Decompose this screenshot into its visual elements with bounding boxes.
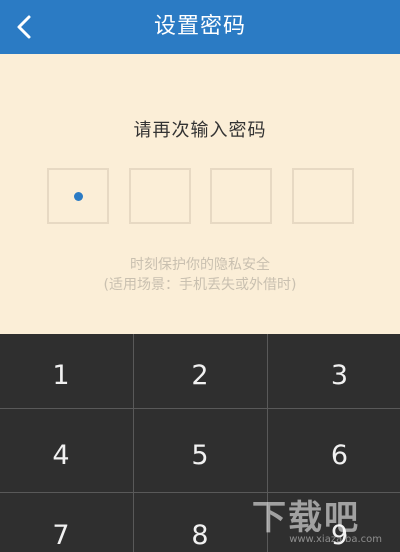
key-7[interactable]: 7 xyxy=(0,500,122,552)
key-2[interactable]: 2 xyxy=(133,340,267,410)
hint-line-1: 时刻保护你的隐私安全 xyxy=(130,257,270,273)
pin-box-3 xyxy=(210,168,272,224)
key-1[interactable]: 1 xyxy=(0,340,122,410)
pin-box-2 xyxy=(129,168,191,224)
pin-box-4 xyxy=(292,168,354,224)
key-6[interactable]: 6 xyxy=(267,420,400,490)
key-8[interactable]: 8 xyxy=(133,500,267,552)
watermark-url: www.xiazaiba.com xyxy=(289,534,382,545)
pin-box-1 xyxy=(47,168,109,224)
pin-dot xyxy=(74,192,83,201)
watermark-logo: 下载吧 xyxy=(252,498,360,538)
password-entry-area: 请再次输入密码 时刻保护你的隐私安全 (适用场景：手机丢失或外借时) xyxy=(0,54,400,334)
app-bar: 设置密码 xyxy=(0,0,400,54)
key-5[interactable]: 5 xyxy=(133,420,267,490)
key-4[interactable]: 4 xyxy=(0,420,122,490)
prompt-text: 请再次输入密码 xyxy=(133,120,267,141)
hint-line-2: (适用场景：手机丢失或外借时) xyxy=(103,277,297,293)
key-3[interactable]: 3 xyxy=(267,340,400,410)
page-title: 设置密码 xyxy=(153,14,246,39)
